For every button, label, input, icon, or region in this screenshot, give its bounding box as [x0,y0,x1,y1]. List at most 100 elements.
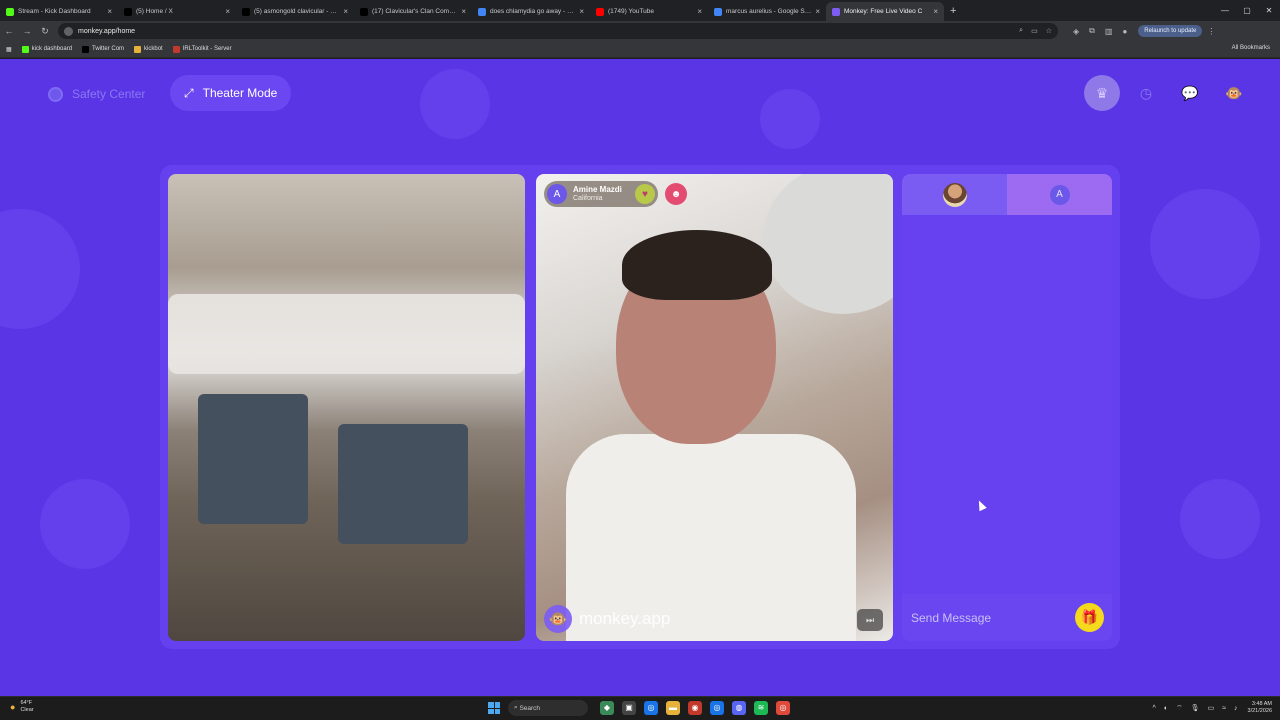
sofa-scene [168,294,525,374]
top-nav: ♛ ◷ 💬 🐵 [1076,75,1252,111]
maximize-icon[interactable]: ▢ [1236,0,1258,21]
spotify-icon[interactable]: ≋ [754,701,768,715]
discord-icon[interactable]: ◍ [732,701,746,715]
skip-next-button[interactable]: ⏭ [857,609,883,631]
safety-center-label: Safety Center [72,87,146,101]
mic-icon[interactable]: 🎙 [1191,704,1200,712]
close-tab-icon[interactable]: × [933,7,938,16]
browser-tab[interactable]: (5) Home / X × [118,2,236,21]
chat-icon[interactable]: 💬 [1172,75,1208,111]
active-app-icon[interactable]: ◎ [776,701,790,715]
minimize-icon[interactable]: — [1214,0,1236,21]
extension-icon[interactable]: ◈ [1073,27,1079,36]
site-info-icon[interactable] [64,26,73,36]
close-tab-icon[interactable]: × [815,7,820,16]
side-panel-icon[interactable]: ▥ [1105,27,1113,36]
widgets-icon[interactable]: ◆ [600,701,614,715]
taskbar-search[interactable]: ⌕ Search [508,700,588,716]
apps-grid-icon[interactable]: ▦ [6,46,12,53]
close-tab-icon[interactable]: × [343,7,348,16]
chrome-icon[interactable]: ◎ [644,701,658,715]
bookmark-item[interactable]: kick dashboard [21,45,73,53]
network-icon[interactable]: ⌔ [1176,704,1183,713]
chat-header: A [902,174,1112,215]
all-bookmarks-button[interactable]: All Bookmarks [1232,45,1270,51]
send-message-input[interactable] [911,610,1061,625]
safety-center-button[interactable]: Safety Center [34,77,159,111]
browser-tab[interactable]: marcus aurelius - Google Searc × [708,2,826,21]
chat-tab-self[interactable] [902,174,1007,215]
kick-icon [6,7,14,16]
bookmark-item[interactable]: Twitter Com [82,45,124,53]
bookmark-item[interactable]: IRLToolkit - Server [172,45,232,53]
lamp-scene [763,174,893,314]
close-window-icon[interactable]: ✕ [1258,0,1280,21]
crown-icon[interactable]: ♛ [1084,75,1120,111]
reload-icon[interactable]: ↻ [36,26,54,37]
emoji-badge-icon[interactable]: ☻ [665,183,687,205]
chair-scene [198,394,308,524]
theater-mode-button[interactable]: ⤢ Theater Mode [170,75,292,111]
chrome-profile-icon[interactable]: ◎ [710,701,724,715]
close-tab-icon[interactable]: × [697,7,702,16]
tray-app-icon[interactable]: ◐ [1164,705,1168,712]
background-decoration [0,209,80,329]
browser-tab[interactable]: (17) Clavicular's Clan Commun × [354,2,472,21]
monkey-avatar-icon[interactable]: 🐵 [1216,75,1252,111]
browser-tab[interactable]: Stream - Kick Dashboard × [0,2,118,21]
browser-tab[interactable]: does chlamydia go away - Goo × [472,2,590,21]
close-tab-icon[interactable]: × [225,7,230,16]
remote-user-chip[interactable]: A Amine Mazdi California ♥ [544,181,658,207]
browser-tab-title: Stream - Kick Dashboard [18,8,91,15]
shield-icon [48,86,63,102]
cast-icon[interactable]: ▭ [1031,27,1038,35]
volume-icon[interactable]: ♪ [1234,705,1238,712]
close-tab-icon[interactable]: × [461,7,466,16]
new-tab-icon[interactable]: + [944,2,962,21]
weather-temp: 64°F [20,700,33,706]
browser-tab-strip: Stream - Kick Dashboard × (5) Home / X × (5)… [0,0,1280,21]
zoom-icon[interactable]: ⌕ [1019,27,1023,35]
app-icon[interactable]: ◉ [688,701,702,715]
monkey-logo-icon: 🐵 [544,605,572,633]
browser-tab[interactable]: (5) asmongold clavicular - Sear × [236,2,354,21]
x-icon [242,7,250,16]
back-icon[interactable]: ← [0,26,18,36]
browser-tab[interactable]: Monkey: Free Live Video C × [826,2,944,21]
browser-tab[interactable]: (1749) YouTube × [590,2,708,21]
task-view-icon[interactable]: ▣ [622,701,636,715]
video-chat-stage: A Amine Mazdi California ♥ ☻ 🐵 monkey.ap… [160,165,1120,649]
bookmark-item[interactable]: kickbot [134,45,163,53]
weather-widget[interactable]: ● 64°F Clear [10,700,34,714]
clock[interactable]: 3:48 AM 3/21/2026 [1248,701,1272,715]
tray-chevron-icon[interactable]: ^ [1153,705,1156,712]
menu-icon[interactable]: ⋮ [1207,27,1215,36]
display-icon[interactable]: ▭ [1208,704,1215,712]
background-decoration [760,89,820,149]
browser-tab-title: (17) Clavicular's Clan Commun [372,8,458,15]
forward-icon[interactable]: → [18,26,36,36]
bookmark-label: kick dashboard [31,46,73,52]
monkey-icon [832,7,840,16]
browser-toolbar: ← → ↻ monkey.app/home ⌕ ▭ ☆ ◈ ⧉ ▥ ● Rela… [0,21,1280,41]
extensions-puzzle-icon[interactable]: ⧉ [1089,26,1095,36]
address-bar[interactable]: monkey.app/home ⌕ ▭ ☆ [58,23,1058,39]
x-icon [82,45,90,53]
weather-icon: ● [10,702,16,712]
local-video [168,174,525,641]
chat-tab-remote[interactable]: A [1007,174,1112,215]
heart-icon[interactable]: ♥ [635,184,655,204]
wifi-icon[interactable]: ≈ [1222,705,1226,712]
close-tab-icon[interactable]: × [107,7,112,16]
bookmarks-bar: ▦ kick dashboard Twitter Com kickbot IRLToo… [0,41,1280,58]
profile-icon[interactable]: ● [1122,27,1127,36]
weather-desc: Clear [20,707,34,713]
close-tab-icon[interactable]: × [579,7,584,16]
bookmark-star-icon[interactable]: ☆ [1046,27,1052,35]
file-explorer-icon[interactable]: ▬ [666,701,680,715]
start-icon[interactable] [488,702,500,714]
history-icon[interactable]: ◷ [1128,75,1164,111]
relaunch-button[interactable]: Relaunch to update [1138,25,1203,37]
gift-icon[interactable]: 🎁 [1075,603,1104,632]
url-text[interactable]: monkey.app/home [78,28,1011,35]
